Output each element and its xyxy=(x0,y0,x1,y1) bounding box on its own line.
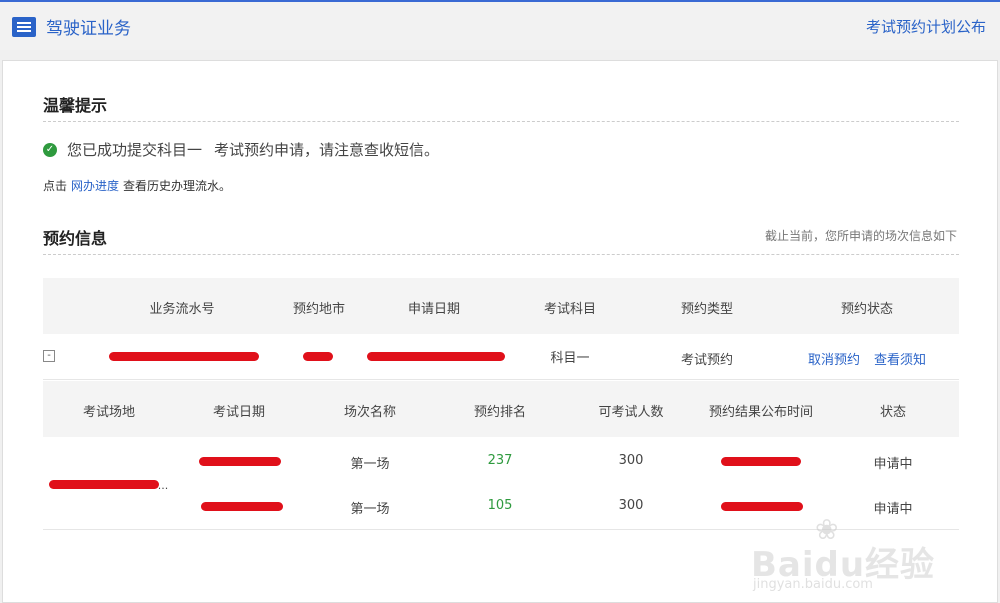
redacted-exam-date xyxy=(201,502,283,511)
col-serial: 业务流水号 xyxy=(149,302,215,317)
col-session: 场次名称 xyxy=(343,405,397,420)
booking-table-header: 业务流水号 预约地市 申请日期 考试科目 预约类型 预约状态 xyxy=(43,278,959,334)
session-capacity: 300 xyxy=(618,498,644,513)
baidu-watermark: ❀ Baidu经验 jingyan.baidu.com xyxy=(751,513,941,592)
redacted-city xyxy=(303,352,333,361)
main-panel: 温馨提示 ✓ 您已成功提交科目一 考试预约申请，请注意查收短信。 点击 网办进度查… xyxy=(2,60,998,603)
col-capacity: 可考试人数 xyxy=(598,405,664,420)
session-rank: 105 xyxy=(487,498,513,513)
list-icon xyxy=(12,16,36,37)
collapse-toggle[interactable]: - xyxy=(43,350,55,362)
progress-hint: 点击 网办进度 查看历史办理流水。 xyxy=(43,177,231,194)
row-subject: 科目一 xyxy=(550,351,590,366)
notice-text-a: 您已成功提交科目一 xyxy=(67,141,203,159)
row-type: 考试预约 xyxy=(680,353,734,368)
tips-title: 温馨提示 xyxy=(43,96,108,115)
col-rank: 预约排名 xyxy=(473,405,527,420)
redacted-apply-date xyxy=(367,352,505,361)
redacted-serial xyxy=(109,352,259,361)
session-table-header: 考试场地 考试日期 场次名称 预约排名 可考试人数 预约结果公布时间 状态 xyxy=(43,381,959,437)
session-status: 申请中 xyxy=(873,457,913,472)
redacted-publish-time xyxy=(721,502,803,511)
col-venue: 考试场地 xyxy=(82,405,136,420)
redacted-publish-time xyxy=(721,457,801,466)
session-capacity: 300 xyxy=(618,453,644,468)
hint-prefix: 点击 xyxy=(43,179,68,193)
session-name: 第一场 xyxy=(350,457,390,472)
progress-link[interactable]: 网办进度 xyxy=(71,179,119,193)
hint-suffix: 查看历史办理流水。 xyxy=(123,179,232,193)
col-type: 预约类型 xyxy=(680,302,734,317)
col-status: 预约状态 xyxy=(840,302,894,317)
notice-text-b: 考试预约申请，请注意查收短信。 xyxy=(214,141,440,159)
watermark-url: jingyan.baidu.com xyxy=(753,577,873,592)
col-city: 预约地市 xyxy=(292,302,346,317)
view-notice-link[interactable]: 查看须知 xyxy=(874,349,926,368)
col-subject: 考试科目 xyxy=(543,302,597,317)
venue-ellipsis: ... xyxy=(157,479,169,492)
col-exam-date: 考试日期 xyxy=(212,405,266,420)
col-publish-time: 预约结果公布时间 xyxy=(708,405,814,420)
redacted-exam-date xyxy=(199,457,281,466)
page-title: 驾驶证业务 xyxy=(46,19,131,39)
exam-plan-link[interactable]: 考试预约计划公布 xyxy=(866,16,986,37)
header-title-group: 驾驶证业务 xyxy=(12,14,131,39)
success-notice: ✓ 您已成功提交科目一 考试预约申请，请注意查收短信。 xyxy=(43,139,439,160)
check-circle-icon: ✓ xyxy=(43,142,57,157)
cancel-booking-link[interactable]: 取消预约 xyxy=(808,349,860,368)
session-name: 第一场 xyxy=(350,502,390,517)
col-sub-status: 状态 xyxy=(879,405,907,420)
row-divider xyxy=(43,379,959,380)
booking-note: 截止当前，您所申请的场次信息如下 xyxy=(764,229,957,243)
top-bar: 驾驶证业务 考试预约计划公布 xyxy=(0,0,1000,50)
divider xyxy=(43,254,959,255)
redacted-venue xyxy=(49,480,159,489)
session-rank: 237 xyxy=(487,453,513,468)
divider xyxy=(43,121,959,122)
col-apply-date: 申请日期 xyxy=(407,302,461,317)
booking-title: 预约信息 xyxy=(43,229,108,248)
session-status: 申请中 xyxy=(873,502,913,517)
